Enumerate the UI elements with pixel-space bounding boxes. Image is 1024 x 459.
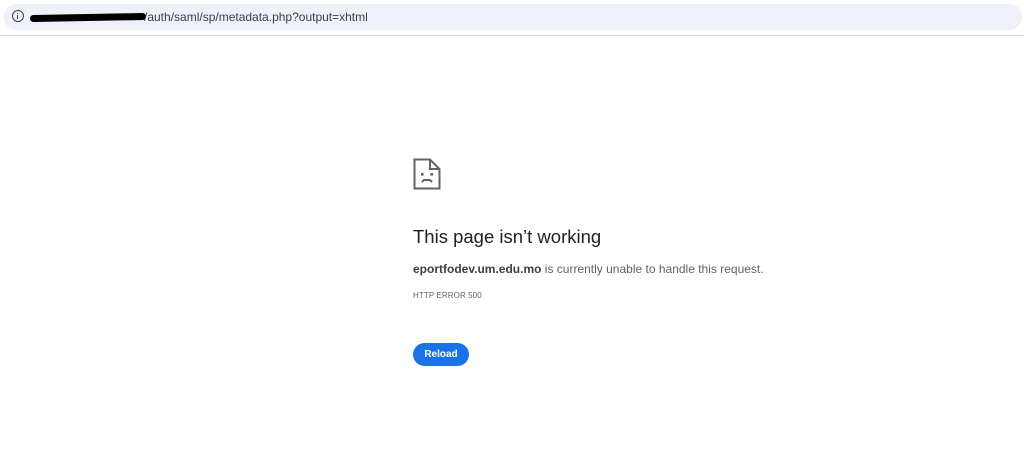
browser-toolbar: /auth/saml/sp/metadata.php?output=xhtml xyxy=(0,0,1024,36)
error-message-text: is currently unable to handle this reque… xyxy=(541,262,764,276)
sad-page-icon xyxy=(413,158,441,190)
address-bar[interactable]: /auth/saml/sp/metadata.php?output=xhtml xyxy=(4,4,1022,30)
redacted-url-domain xyxy=(29,12,147,23)
error-host: eportfodev.um.edu.mo xyxy=(413,262,542,276)
reload-button[interactable]: Reload xyxy=(413,343,469,366)
error-message: eportfodev.um.edu.mo is currently unable… xyxy=(413,262,764,276)
error-title: This page isn’t working xyxy=(413,226,602,247)
info-icon[interactable] xyxy=(12,10,24,22)
url-text[interactable]: /auth/saml/sp/metadata.php?output=xhtml xyxy=(144,9,368,25)
error-code: HTTP ERROR 500 xyxy=(413,291,482,300)
